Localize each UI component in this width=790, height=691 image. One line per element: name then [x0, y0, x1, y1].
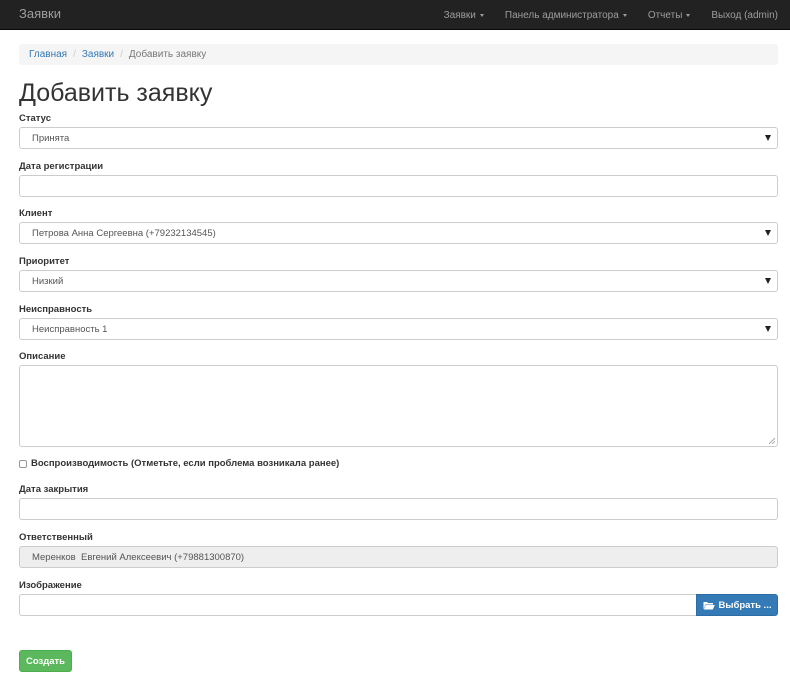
- caret-down-icon: [479, 13, 484, 17]
- page-title: Добавить заявку: [19, 79, 213, 107]
- nav-item-logout[interactable]: Выход (admin): [711, 10, 778, 21]
- status-label: Статус: [19, 113, 52, 124]
- nav-item-label: Панель администратора: [504, 9, 619, 21]
- navbar: Заявки Заявки Панель администратора Отче…: [0, 0, 790, 30]
- breadcrumb-current: Добавить заявку: [128, 49, 207, 60]
- breadcrumb-separator: /: [73, 49, 76, 60]
- nav-item-reports[interactable]: Отчеты: [648, 10, 691, 21]
- image-label: Изображение: [19, 580, 82, 591]
- breadcrumb-requests[interactable]: Заявки: [82, 49, 114, 60]
- status-value: Принята: [32, 132, 70, 144]
- status-select[interactable]: Принята: [19, 127, 778, 149]
- client-value: Петрова Анна Сергеевна (+79232134545): [32, 227, 216, 239]
- close-date-label: Дата закрытия: [19, 484, 89, 495]
- fault-value: Неисправность 1: [32, 323, 108, 335]
- fault-select[interactable]: Неисправность 1: [19, 318, 778, 340]
- responsible-value: Меренков Евгений Алексеевич (+7988130087…: [32, 551, 245, 563]
- triangle-down-icon: [765, 278, 771, 284]
- breadcrumb-home[interactable]: Главная: [29, 49, 67, 60]
- close-date-input[interactable]: [19, 498, 778, 520]
- reg-date-input[interactable]: [19, 175, 778, 197]
- reproducible-checkbox[interactable]: [19, 459, 27, 468]
- create-button[interactable]: Создать: [19, 650, 72, 672]
- description-textarea[interactable]: [19, 365, 778, 447]
- priority-select[interactable]: Низкий: [19, 270, 778, 292]
- nav-item-requests[interactable]: Заявки: [444, 10, 484, 21]
- client-select[interactable]: Петрова Анна Сергеевна (+79232134545): [19, 222, 778, 244]
- nav-item-label: Выход (admin): [711, 9, 778, 21]
- client-label: Клиент: [19, 208, 53, 219]
- breadcrumb: Главная / Заявки / Добавить заявку: [19, 44, 778, 65]
- description-label: Описание: [19, 351, 66, 362]
- priority-value: Низкий: [32, 275, 64, 287]
- fault-label: Неисправность: [19, 304, 93, 315]
- resize-handle-icon[interactable]: [769, 438, 775, 444]
- triangle-down-icon: [765, 230, 771, 236]
- priority-label: Приоритет: [19, 256, 70, 267]
- breadcrumb-separator: /: [120, 49, 123, 60]
- image-file-input[interactable]: [19, 594, 697, 616]
- browse-button-label: Выбрать ...: [718, 599, 772, 611]
- nav-item-label: Отчеты: [647, 9, 683, 21]
- caret-down-icon: [622, 13, 627, 17]
- browse-button[interactable]: Выбрать ...: [696, 594, 778, 616]
- responsible-label: Ответственный: [19, 532, 93, 543]
- responsible-field: Меренков Евгений Алексеевич (+7988130087…: [19, 546, 778, 568]
- triangle-down-icon: [765, 135, 771, 141]
- reproducible-checkbox-row[interactable]: Воспроизводимость (Отметьте, если пробле…: [19, 458, 339, 469]
- triangle-down-icon: [765, 326, 771, 332]
- reproducible-label: Воспроизводимость (Отметьте, если пробле…: [31, 458, 340, 469]
- caret-down-icon: [686, 13, 691, 17]
- folder-open-icon: [703, 601, 715, 609]
- nav-item-label: Заявки: [443, 9, 476, 21]
- nav-item-admin-panel[interactable]: Панель администратора: [505, 10, 627, 21]
- navbar-brand[interactable]: Заявки: [19, 6, 61, 21]
- navbar-menu: Заявки Панель администратора Отчеты Выхо…: [423, 0, 778, 30]
- reg-date-label: Дата регистрации: [19, 161, 104, 172]
